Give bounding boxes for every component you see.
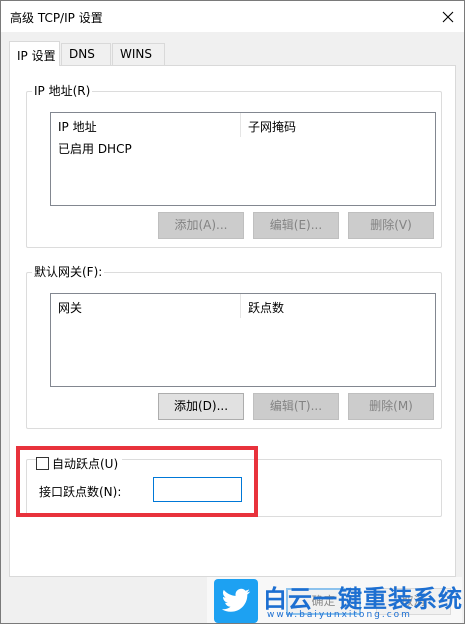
- watermark: 白云一键重装系统 www.baiyunxitong.com: [207, 577, 463, 623]
- add-ip-button[interactable]: 添加(A)...: [158, 212, 244, 239]
- ip-list-header: IP 地址 子网掩码: [51, 113, 435, 137]
- advanced-tcpip-dialog: 高级 TCP/IP 设置 IP 设置 DNS WINS IP 地址(R) IP …: [0, 0, 465, 624]
- checkbox-box[interactable]: [36, 456, 49, 470]
- watermark-title: 白云一键重装系统: [263, 585, 463, 613]
- twitter-bird-icon: [214, 579, 258, 623]
- ip-address-list[interactable]: IP 地址 子网掩码 已启用 DHCP: [50, 112, 436, 206]
- delete-gateway-button[interactable]: 删除(M): [348, 393, 434, 420]
- gateway-list[interactable]: 网关 跃点数: [50, 293, 436, 387]
- window-title: 高级 TCP/IP 设置: [10, 11, 103, 25]
- edit-gateway-button[interactable]: 编辑(T)...: [253, 393, 339, 420]
- edit-ip-button[interactable]: 编辑(E)...: [253, 212, 339, 239]
- ip-address-group: IP 地址(R) IP 地址 子网掩码 已启用 DHCP 添加(A)... 编辑…: [26, 84, 442, 248]
- default-gateway-group: 默认网关(F): 网关 跃点数 添加(D)... 编辑(T)... 删除(M): [26, 265, 442, 429]
- ip-address-group-title: IP 地址(R): [32, 84, 93, 98]
- add-gateway-button[interactable]: 添加(D)...: [158, 393, 244, 420]
- default-gateway-group-title: 默认网关(F):: [32, 265, 105, 279]
- automatic-metric-label: 自动跃点(U): [52, 456, 119, 471]
- tab-wins[interactable]: WINS: [112, 43, 165, 65]
- tab-ip-settings[interactable]: IP 设置: [9, 41, 60, 66]
- close-icon: [442, 11, 454, 22]
- close-button[interactable]: [432, 1, 464, 32]
- column-metric[interactable]: 跃点数: [241, 294, 431, 318]
- interface-metric-label: 接口跃点数(N):: [39, 485, 122, 499]
- ip-settings-panel: IP 地址(R) IP 地址 子网掩码 已启用 DHCP 添加(A)... 编辑…: [9, 65, 456, 577]
- column-subnet-mask[interactable]: 子网掩码: [241, 113, 431, 137]
- automatic-metric-checkbox[interactable]: 自动跃点(U): [36, 455, 123, 471]
- tab-dns[interactable]: DNS: [61, 43, 111, 65]
- delete-ip-button[interactable]: 删除(V): [348, 212, 434, 239]
- list-item[interactable]: 已启用 DHCP: [58, 140, 132, 157]
- watermark-url: www.baiyunxitong.com: [267, 610, 412, 620]
- title-bar: 高级 TCP/IP 设置: [1, 1, 464, 32]
- gateway-list-header: 网关 跃点数: [51, 294, 435, 318]
- interface-metric-input[interactable]: [153, 477, 242, 502]
- column-ip-address[interactable]: IP 地址: [51, 113, 241, 137]
- column-gateway[interactable]: 网关: [51, 294, 241, 318]
